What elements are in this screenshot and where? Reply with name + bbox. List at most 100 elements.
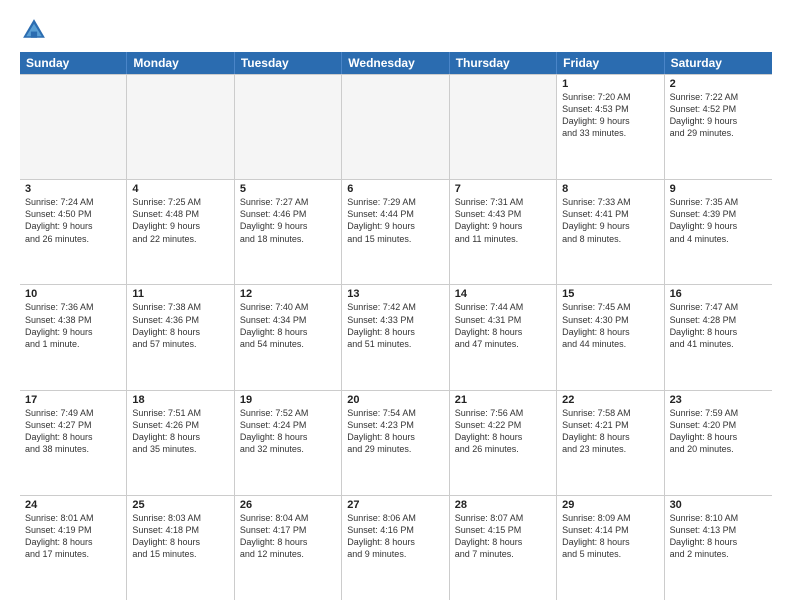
calendar-header: SundayMondayTuesdayWednesdayThursdayFrid… bbox=[20, 52, 772, 74]
day-number: 29 bbox=[562, 499, 658, 511]
cell-info: Sunrise: 8:07 AM Sunset: 4:15 PM Dayligh… bbox=[455, 512, 551, 561]
day-cell-21: 21Sunrise: 7:56 AM Sunset: 4:22 PM Dayli… bbox=[450, 391, 557, 495]
weekday-header-monday: Monday bbox=[127, 52, 234, 74]
day-number: 22 bbox=[562, 394, 658, 406]
day-cell-18: 18Sunrise: 7:51 AM Sunset: 4:26 PM Dayli… bbox=[127, 391, 234, 495]
cell-info: Sunrise: 7:45 AM Sunset: 4:30 PM Dayligh… bbox=[562, 301, 658, 350]
cell-info: Sunrise: 7:38 AM Sunset: 4:36 PM Dayligh… bbox=[132, 301, 228, 350]
cell-info: Sunrise: 8:03 AM Sunset: 4:18 PM Dayligh… bbox=[132, 512, 228, 561]
day-cell-24: 24Sunrise: 8:01 AM Sunset: 4:19 PM Dayli… bbox=[20, 496, 127, 600]
day-number: 10 bbox=[25, 288, 121, 300]
day-cell-13: 13Sunrise: 7:42 AM Sunset: 4:33 PM Dayli… bbox=[342, 285, 449, 389]
cell-info: Sunrise: 7:56 AM Sunset: 4:22 PM Dayligh… bbox=[455, 407, 551, 456]
day-cell-3: 3Sunrise: 7:24 AM Sunset: 4:50 PM Daylig… bbox=[20, 180, 127, 284]
day-cell-16: 16Sunrise: 7:47 AM Sunset: 4:28 PM Dayli… bbox=[665, 285, 772, 389]
day-number: 4 bbox=[132, 183, 228, 195]
day-cell-11: 11Sunrise: 7:38 AM Sunset: 4:36 PM Dayli… bbox=[127, 285, 234, 389]
weekday-header-wednesday: Wednesday bbox=[342, 52, 449, 74]
day-number: 5 bbox=[240, 183, 336, 195]
day-cell-14: 14Sunrise: 7:44 AM Sunset: 4:31 PM Dayli… bbox=[450, 285, 557, 389]
day-number: 24 bbox=[25, 499, 121, 511]
day-number: 23 bbox=[670, 394, 767, 406]
day-number: 12 bbox=[240, 288, 336, 300]
calendar-row-3: 10Sunrise: 7:36 AM Sunset: 4:38 PM Dayli… bbox=[20, 285, 772, 390]
cell-info: Sunrise: 7:33 AM Sunset: 4:41 PM Dayligh… bbox=[562, 196, 658, 245]
day-number: 7 bbox=[455, 183, 551, 195]
page: SundayMondayTuesdayWednesdayThursdayFrid… bbox=[0, 0, 792, 612]
cell-info: Sunrise: 7:47 AM Sunset: 4:28 PM Dayligh… bbox=[670, 301, 767, 350]
day-cell-25: 25Sunrise: 8:03 AM Sunset: 4:18 PM Dayli… bbox=[127, 496, 234, 600]
day-cell-19: 19Sunrise: 7:52 AM Sunset: 4:24 PM Dayli… bbox=[235, 391, 342, 495]
cell-info: Sunrise: 7:25 AM Sunset: 4:48 PM Dayligh… bbox=[132, 196, 228, 245]
day-number: 28 bbox=[455, 499, 551, 511]
day-cell-5: 5Sunrise: 7:27 AM Sunset: 4:46 PM Daylig… bbox=[235, 180, 342, 284]
calendar-row-1: 1Sunrise: 7:20 AM Sunset: 4:53 PM Daylig… bbox=[20, 75, 772, 180]
day-cell-6: 6Sunrise: 7:29 AM Sunset: 4:44 PM Daylig… bbox=[342, 180, 449, 284]
cell-info: Sunrise: 8:01 AM Sunset: 4:19 PM Dayligh… bbox=[25, 512, 121, 561]
day-cell-4: 4Sunrise: 7:25 AM Sunset: 4:48 PM Daylig… bbox=[127, 180, 234, 284]
empty-cell bbox=[450, 75, 557, 179]
cell-info: Sunrise: 7:52 AM Sunset: 4:24 PM Dayligh… bbox=[240, 407, 336, 456]
cell-info: Sunrise: 7:54 AM Sunset: 4:23 PM Dayligh… bbox=[347, 407, 443, 456]
weekday-header-sunday: Sunday bbox=[20, 52, 127, 74]
day-number: 2 bbox=[670, 78, 767, 90]
weekday-header-friday: Friday bbox=[557, 52, 664, 74]
day-cell-20: 20Sunrise: 7:54 AM Sunset: 4:23 PM Dayli… bbox=[342, 391, 449, 495]
day-number: 3 bbox=[25, 183, 121, 195]
day-number: 8 bbox=[562, 183, 658, 195]
day-cell-17: 17Sunrise: 7:49 AM Sunset: 4:27 PM Dayli… bbox=[20, 391, 127, 495]
day-number: 13 bbox=[347, 288, 443, 300]
cell-info: Sunrise: 7:29 AM Sunset: 4:44 PM Dayligh… bbox=[347, 196, 443, 245]
cell-info: Sunrise: 7:35 AM Sunset: 4:39 PM Dayligh… bbox=[670, 196, 767, 245]
day-number: 9 bbox=[670, 183, 767, 195]
day-number: 26 bbox=[240, 499, 336, 511]
empty-cell bbox=[235, 75, 342, 179]
cell-info: Sunrise: 7:58 AM Sunset: 4:21 PM Dayligh… bbox=[562, 407, 658, 456]
cell-info: Sunrise: 7:40 AM Sunset: 4:34 PM Dayligh… bbox=[240, 301, 336, 350]
day-number: 15 bbox=[562, 288, 658, 300]
calendar-row-2: 3Sunrise: 7:24 AM Sunset: 4:50 PM Daylig… bbox=[20, 180, 772, 285]
day-cell-28: 28Sunrise: 8:07 AM Sunset: 4:15 PM Dayli… bbox=[450, 496, 557, 600]
day-cell-22: 22Sunrise: 7:58 AM Sunset: 4:21 PM Dayli… bbox=[557, 391, 664, 495]
cell-info: Sunrise: 7:44 AM Sunset: 4:31 PM Dayligh… bbox=[455, 301, 551, 350]
cell-info: Sunrise: 7:36 AM Sunset: 4:38 PM Dayligh… bbox=[25, 301, 121, 350]
day-cell-30: 30Sunrise: 8:10 AM Sunset: 4:13 PM Dayli… bbox=[665, 496, 772, 600]
logo bbox=[20, 16, 52, 44]
cell-info: Sunrise: 8:06 AM Sunset: 4:16 PM Dayligh… bbox=[347, 512, 443, 561]
day-cell-8: 8Sunrise: 7:33 AM Sunset: 4:41 PM Daylig… bbox=[557, 180, 664, 284]
day-cell-27: 27Sunrise: 8:06 AM Sunset: 4:16 PM Dayli… bbox=[342, 496, 449, 600]
day-number: 16 bbox=[670, 288, 767, 300]
weekday-header-tuesday: Tuesday bbox=[235, 52, 342, 74]
day-number: 20 bbox=[347, 394, 443, 406]
weekday-header-thursday: Thursday bbox=[450, 52, 557, 74]
empty-cell bbox=[20, 75, 127, 179]
empty-cell bbox=[342, 75, 449, 179]
cell-info: Sunrise: 7:27 AM Sunset: 4:46 PM Dayligh… bbox=[240, 196, 336, 245]
cell-info: Sunrise: 8:10 AM Sunset: 4:13 PM Dayligh… bbox=[670, 512, 767, 561]
cell-info: Sunrise: 7:20 AM Sunset: 4:53 PM Dayligh… bbox=[562, 91, 658, 140]
day-number: 17 bbox=[25, 394, 121, 406]
day-number: 25 bbox=[132, 499, 228, 511]
day-cell-1: 1Sunrise: 7:20 AM Sunset: 4:53 PM Daylig… bbox=[557, 75, 664, 179]
header bbox=[20, 16, 772, 44]
day-cell-29: 29Sunrise: 8:09 AM Sunset: 4:14 PM Dayli… bbox=[557, 496, 664, 600]
cell-info: Sunrise: 8:09 AM Sunset: 4:14 PM Dayligh… bbox=[562, 512, 658, 561]
day-number: 11 bbox=[132, 288, 228, 300]
day-cell-15: 15Sunrise: 7:45 AM Sunset: 4:30 PM Dayli… bbox=[557, 285, 664, 389]
day-cell-9: 9Sunrise: 7:35 AM Sunset: 4:39 PM Daylig… bbox=[665, 180, 772, 284]
calendar-row-4: 17Sunrise: 7:49 AM Sunset: 4:27 PM Dayli… bbox=[20, 391, 772, 496]
cell-info: Sunrise: 7:59 AM Sunset: 4:20 PM Dayligh… bbox=[670, 407, 767, 456]
day-cell-10: 10Sunrise: 7:36 AM Sunset: 4:38 PM Dayli… bbox=[20, 285, 127, 389]
weekday-header-saturday: Saturday bbox=[665, 52, 772, 74]
cell-info: Sunrise: 7:49 AM Sunset: 4:27 PM Dayligh… bbox=[25, 407, 121, 456]
cell-info: Sunrise: 7:42 AM Sunset: 4:33 PM Dayligh… bbox=[347, 301, 443, 350]
day-number: 18 bbox=[132, 394, 228, 406]
day-number: 30 bbox=[670, 499, 767, 511]
day-number: 19 bbox=[240, 394, 336, 406]
day-cell-26: 26Sunrise: 8:04 AM Sunset: 4:17 PM Dayli… bbox=[235, 496, 342, 600]
empty-cell bbox=[127, 75, 234, 179]
day-number: 1 bbox=[562, 78, 658, 90]
cell-info: Sunrise: 7:22 AM Sunset: 4:52 PM Dayligh… bbox=[670, 91, 767, 140]
calendar: SundayMondayTuesdayWednesdayThursdayFrid… bbox=[20, 52, 772, 600]
calendar-row-5: 24Sunrise: 8:01 AM Sunset: 4:19 PM Dayli… bbox=[20, 496, 772, 600]
